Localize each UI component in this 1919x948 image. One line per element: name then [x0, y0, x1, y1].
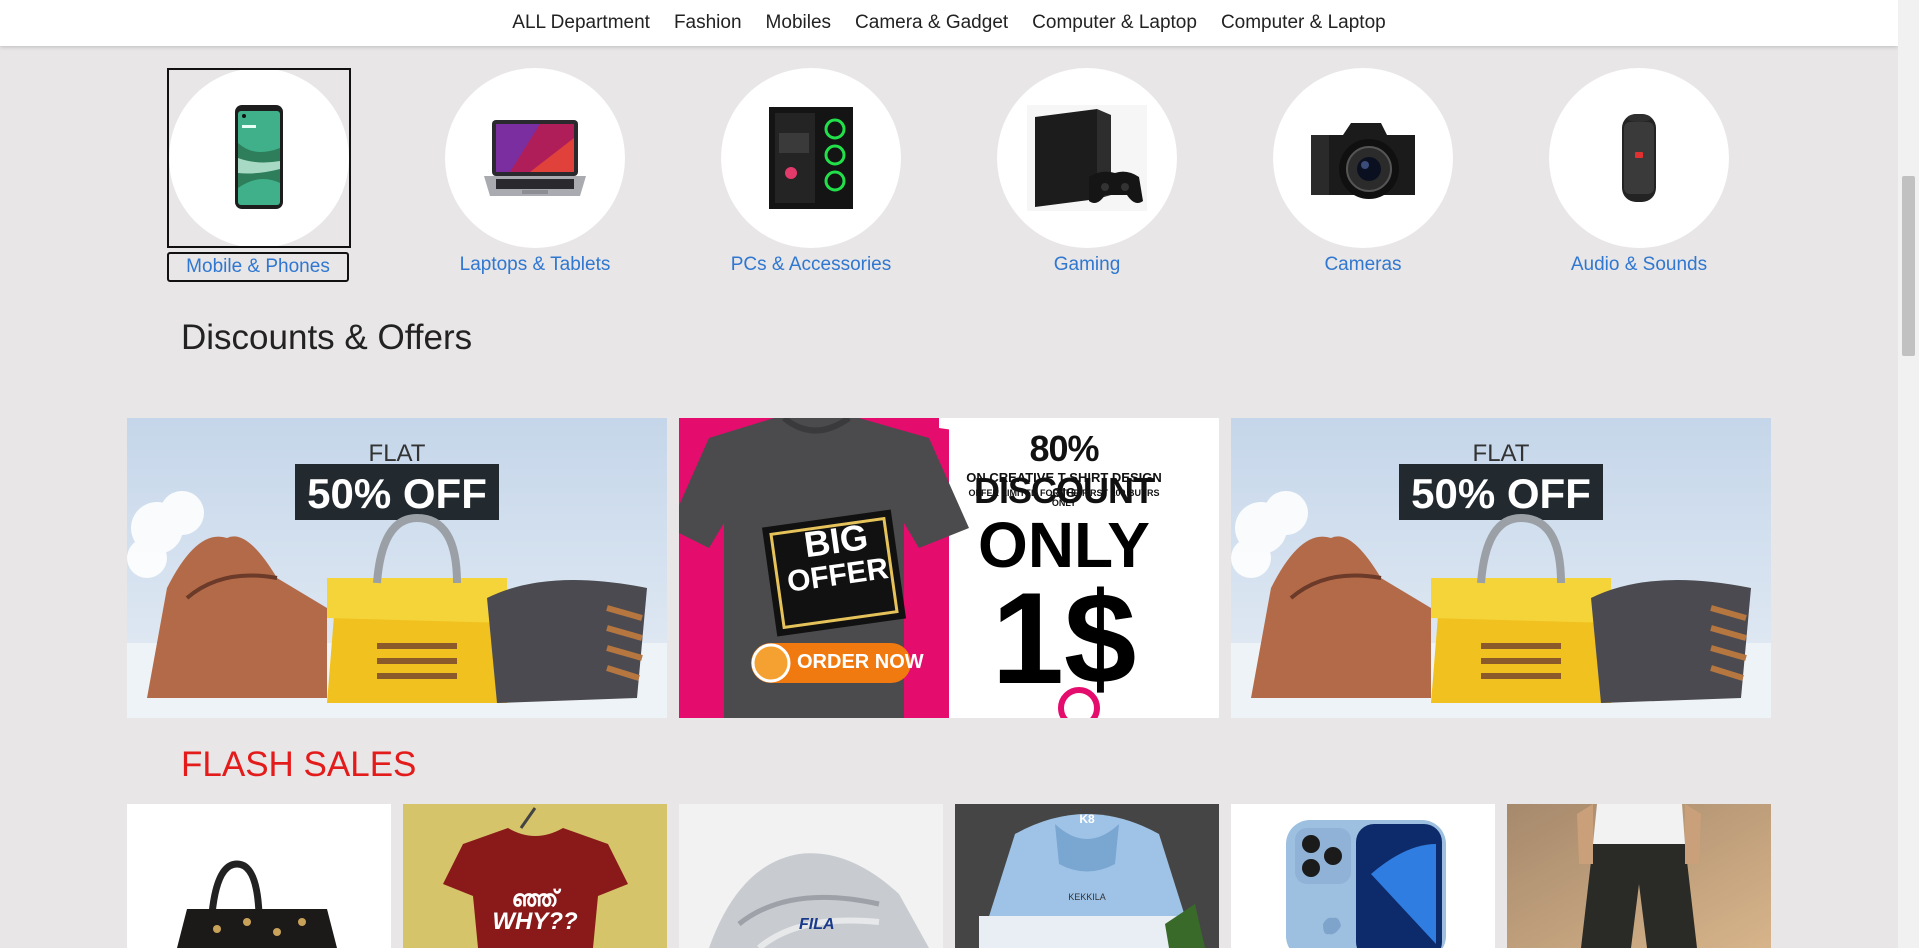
speaker-image — [1549, 68, 1729, 248]
category-laptops-tablets[interactable]: Laptops & Tablets — [444, 68, 626, 278]
category-label[interactable]: Mobile & Phones — [167, 252, 349, 282]
page-scrollbar[interactable] — [1898, 0, 1919, 948]
nav-computer-laptop[interactable]: Computer & Laptop — [1032, 12, 1197, 34]
product-card-handbag[interactable] — [127, 804, 391, 948]
flat-label: FLAT — [1472, 440, 1530, 467]
hoodie-brand: KEKKILA — [1068, 892, 1106, 902]
category-cameras[interactable]: Cameras — [1272, 68, 1454, 278]
section-title-discounts: Discounts & Offers — [181, 318, 473, 357]
playstation-image — [997, 68, 1177, 248]
category-label[interactable]: Gaming — [996, 252, 1178, 278]
category-audio-sounds[interactable]: Audio & Sounds — [1548, 68, 1730, 278]
nav-all-department[interactable]: ALL Department — [512, 12, 650, 34]
offer-banner-bags-2[interactable]: FLAT 50% OFF — [1231, 418, 1771, 718]
hoodie-logo: K8 — [1079, 812, 1095, 826]
product-card-cargo-pants[interactable] — [1507, 804, 1771, 948]
category-label[interactable]: PCs & Accessories — [720, 252, 902, 278]
category-pcs-accessories[interactable]: PCs & Accessories — [720, 68, 902, 278]
top-navigation: ALL Department Fashion Mobiles Camera & … — [0, 0, 1898, 46]
discount-label: 50% OFF — [307, 470, 487, 517]
category-label[interactable]: Audio & Sounds — [1548, 252, 1730, 278]
nav-camera-gadget[interactable]: Camera & Gadget — [855, 12, 1008, 34]
product-card-sneaker[interactable]: FILA — [679, 804, 943, 948]
scrollbar-thumb[interactable] — [1902, 176, 1915, 356]
product-card-hoodie[interactable]: K8 KEKKILA — [955, 804, 1219, 948]
shoe-brand: FILA — [799, 916, 835, 933]
category-mobile-phones[interactable]: Mobile & Phones — [167, 68, 351, 282]
laptop-image — [445, 68, 625, 248]
nav-computer-laptop-2[interactable]: Computer & Laptop — [1221, 12, 1386, 34]
category-label[interactable]: Cameras — [1272, 252, 1454, 278]
focus-ring — [167, 68, 351, 248]
offer-banner-tshirt[interactable]: BIG OFFER ORDER NOW 80% DISCOUNT ON CREA… — [679, 418, 1219, 718]
offer-banner-bags-1[interactable]: FLAT 50% OFF — [127, 418, 667, 718]
category-label[interactable]: Laptops & Tablets — [444, 252, 626, 278]
nav-fashion[interactable]: Fashion — [674, 12, 742, 34]
discount-subline-2: OFFER LIMITED FOR THE FIRST 100 BUYRS ON… — [968, 488, 1160, 508]
tshirt-print-why: WHY?? — [492, 908, 578, 935]
price-label: 1$ — [991, 565, 1137, 711]
product-card-iphone[interactable] — [1231, 804, 1495, 948]
section-title-flash-sales: FLASH SALES — [181, 745, 417, 784]
product-card-tshirt[interactable]: ഞ്ഞ് WHY?? — [403, 804, 667, 948]
nav-mobiles[interactable]: Mobiles — [766, 12, 831, 34]
flat-label: FLAT — [368, 440, 426, 467]
category-gaming[interactable]: Gaming — [996, 68, 1178, 278]
dslr-camera-image — [1273, 68, 1453, 248]
order-now-button[interactable]: ORDER NOW — [797, 651, 924, 674]
discount-label: 50% OFF — [1411, 470, 1591, 517]
gaming-pc-image — [721, 68, 901, 248]
